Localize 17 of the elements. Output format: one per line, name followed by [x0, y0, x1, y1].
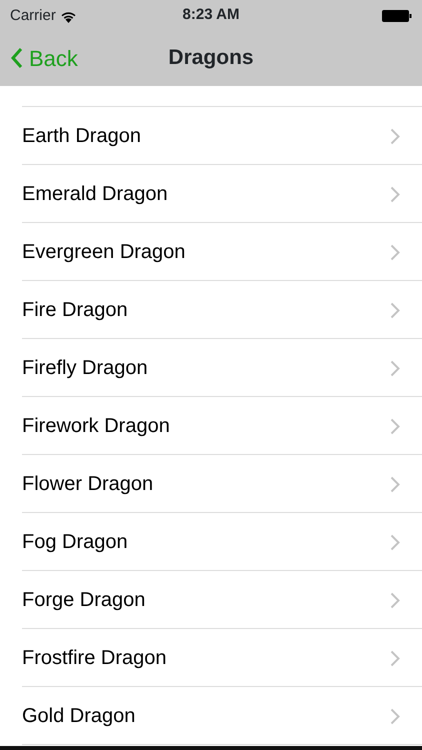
chevron-right-icon [390, 534, 400, 550]
battery-icon [382, 10, 412, 22]
chevron-right-icon [390, 186, 400, 202]
chevron-right-icon [390, 128, 400, 144]
chevron-right-icon [390, 708, 400, 724]
carrier-label: Carrier [10, 6, 56, 26]
chevron-right-icon [390, 592, 400, 608]
chevron-right-icon [390, 476, 400, 492]
chevron-left-icon [10, 47, 23, 69]
status-time: 8:23 AM [182, 4, 240, 25]
screen-title: Dragons [168, 45, 254, 72]
chevron-right-icon [390, 650, 400, 666]
chevron-right-icon [390, 244, 400, 260]
chevron-right-icon [390, 302, 400, 318]
chevron-right-icon [390, 418, 400, 434]
wifi-icon [60, 10, 77, 22]
chevron-right-icon [390, 360, 400, 376]
